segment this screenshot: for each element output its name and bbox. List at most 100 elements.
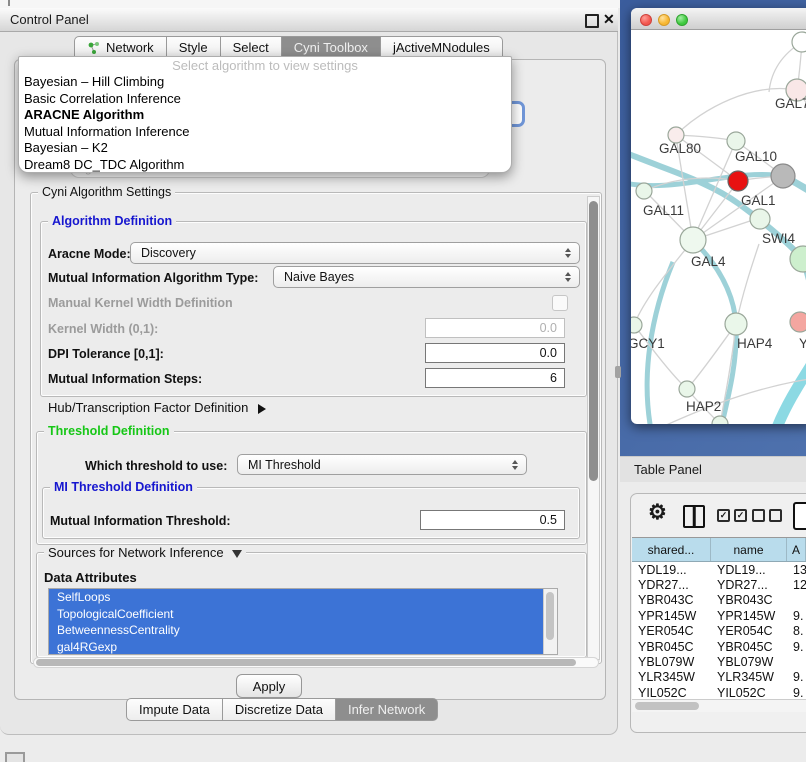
column-header-third[interactable]: A <box>787 538 806 561</box>
table-cell[interactable]: YPR145W <box>632 608 711 623</box>
dropdown-item-selected[interactable]: ARACNE Algorithm <box>19 107 511 124</box>
float-window-icon[interactable] <box>585 14 599 28</box>
dropdown-item[interactable]: Basic Correlation Inference <box>19 91 511 108</box>
network-window[interactable]: GAL7GAL80GAL10GAL1GAL11SWI4GAL4GCY1HAP4Y… <box>631 8 806 424</box>
dpi-tolerance-field[interactable]: 0.0 <box>425 343 565 363</box>
manual-kernel-width-checkbox[interactable] <box>552 295 568 311</box>
mi-threshold-field[interactable]: 0.5 <box>420 510 565 530</box>
apply-button[interactable]: Apply <box>236 674 302 698</box>
node-GAL1[interactable] <box>750 209 770 229</box>
list-item[interactable]: gal4RGexp <box>49 639 557 656</box>
node-GAL11[interactable] <box>636 183 652 199</box>
table-row[interactable]: YBR043CYBR043C <box>632 593 806 608</box>
gear-icon[interactable]: ⚙ <box>648 502 667 523</box>
table-cell[interactable]: YLR345W <box>711 670 787 685</box>
table-cell[interactable]: YLR345W <box>632 670 711 685</box>
table-row[interactable]: YER054CYER054C8. <box>632 624 806 639</box>
node-red[interactable] <box>728 171 748 191</box>
deselect-all-columns-icon[interactable] <box>752 509 782 522</box>
tab-discretize-data[interactable]: Discretize Data <box>223 698 336 721</box>
table-row[interactable]: YPR145WYPR145W9. <box>632 608 806 623</box>
table-row[interactable]: YBL079WYBL079W <box>632 654 806 669</box>
table-panel-title: Table Panel <box>634 462 702 477</box>
minimize-traffic-light-icon[interactable] <box>658 14 670 26</box>
list-item[interactable]: SelfLoops <box>49 589 557 606</box>
table-cell[interactable]: YIL052C <box>632 685 711 699</box>
network-edge[interactable] <box>736 244 759 324</box>
table-horizontal-scrollbar[interactable] <box>632 699 806 712</box>
table-cell[interactable]: 8. <box>787 624 806 639</box>
node-gray[interactable] <box>771 164 795 188</box>
tab-impute-data[interactable]: Impute Data <box>126 698 223 721</box>
close-icon[interactable]: ✕ <box>603 11 615 28</box>
which-threshold-select[interactable]: MI Threshold <box>237 454 527 475</box>
select-all-columns-icon[interactable]: ✓✓ <box>717 509 747 522</box>
table-cell[interactable]: YBL079W <box>711 654 787 669</box>
zoom-traffic-light-icon[interactable] <box>676 14 688 26</box>
table-cell[interactable]: YBR043C <box>632 593 711 608</box>
top-tick <box>8 0 10 6</box>
network-edge[interactable] <box>634 325 687 389</box>
dropdown-item[interactable]: Mutual Information Inference <box>19 124 511 141</box>
table-cell[interactable]: 9. <box>787 608 806 623</box>
table-cell[interactable]: 12 <box>787 577 806 592</box>
table-cell[interactable]: 9. <box>787 670 806 685</box>
dropdown-item[interactable]: Dream8 DC_TDC Algorithm <box>19 157 511 174</box>
settings-vertical-scrollbar[interactable] <box>587 196 600 660</box>
table-row[interactable]: YIL052CYIL052C9. <box>632 685 806 699</box>
table-cell[interactable]: YIL052C <box>711 685 787 699</box>
table-cell[interactable]: YDL19... <box>711 562 787 577</box>
table-cell[interactable]: YDR27... <box>632 577 711 592</box>
dropdown-item[interactable]: Bayesian – K2 <box>19 140 511 157</box>
table-cell[interactable]: YBR045C <box>711 639 787 654</box>
settings-horizontal-scrollbar[interactable] <box>33 657 599 668</box>
table-cell[interactable]: YBL079W <box>632 654 711 669</box>
close-traffic-light-icon[interactable] <box>640 14 652 26</box>
mi-algorithm-type-select[interactable]: Naive Bayes <box>273 266 580 288</box>
dropdown-item[interactable]: Bayesian – Hill Climbing <box>19 74 511 91</box>
node-unlabeled-top[interactable] <box>792 32 806 52</box>
hub-definition-expander[interactable]: Hub/Transcription Factor Definition <box>48 400 266 415</box>
table-cell[interactable]: 13 <box>787 562 806 577</box>
node-HAP4[interactable] <box>725 313 747 335</box>
table-cell[interactable]: YPR145W <box>711 608 787 623</box>
panel-collapse-grip[interactable] <box>615 366 621 378</box>
table-cell[interactable]: YDL19... <box>632 562 711 577</box>
table-cell[interactable]: 9. <box>787 639 806 654</box>
data-attributes-list[interactable]: SelfLoops TopologicalCoefficient Between… <box>48 588 558 655</box>
tab-infer-network[interactable]: Infer Network <box>336 698 438 721</box>
table-row[interactable]: YBR045CYBR045C9. <box>632 639 806 654</box>
node-HAP2[interactable] <box>679 381 695 397</box>
network-window-titlebar[interactable] <box>631 8 806 30</box>
table-row[interactable]: YDR27...YDR27...12 <box>632 577 806 592</box>
table-cell[interactable]: YBR045C <box>632 639 711 654</box>
columns-icon[interactable] <box>683 505 705 528</box>
sources-group-label[interactable]: Sources for Network Inference <box>44 545 246 560</box>
kernel-width-field[interactable]: 0.0 <box>425 318 565 338</box>
column-header-name[interactable]: name <box>711 538 787 561</box>
table-cell[interactable] <box>787 654 806 669</box>
table-row[interactable]: YLR345WYLR345W9. <box>632 670 806 685</box>
table-cell[interactable]: YBR043C <box>711 593 787 608</box>
column-header-shared-name[interactable]: shared... <box>632 538 711 561</box>
table-cell[interactable]: 9. <box>787 685 806 699</box>
node-GAL10[interactable] <box>727 132 745 150</box>
node-GAL4[interactable] <box>680 227 706 253</box>
table-cell[interactable]: YER054C <box>632 624 711 639</box>
network-edge[interactable] <box>687 324 736 389</box>
aracne-mode-select[interactable]: Discovery <box>130 242 580 264</box>
list-item[interactable]: TopologicalCoefficient <box>49 606 557 623</box>
network-edge[interactable] <box>774 348 806 424</box>
node-salmon[interactable] <box>790 312 806 332</box>
document-icon[interactable] <box>793 502 806 530</box>
table-cell[interactable]: YDR27... <box>711 577 787 592</box>
list-vertical-scrollbar[interactable] <box>543 589 557 654</box>
network-canvas[interactable]: GAL7GAL80GAL10GAL1GAL11SWI4GAL4GCY1HAP4Y… <box>631 30 806 424</box>
mi-steps-field[interactable]: 6 <box>425 368 565 388</box>
list-item[interactable]: BetweennessCentrality <box>49 622 557 639</box>
table-cell[interactable] <box>787 593 806 608</box>
table-cell[interactable]: YER054C <box>711 624 787 639</box>
node-GCY1[interactable] <box>631 317 642 333</box>
minimized-panel-icon[interactable] <box>5 752 25 762</box>
table-row[interactable]: YDL19...YDL19...13 <box>632 562 806 577</box>
